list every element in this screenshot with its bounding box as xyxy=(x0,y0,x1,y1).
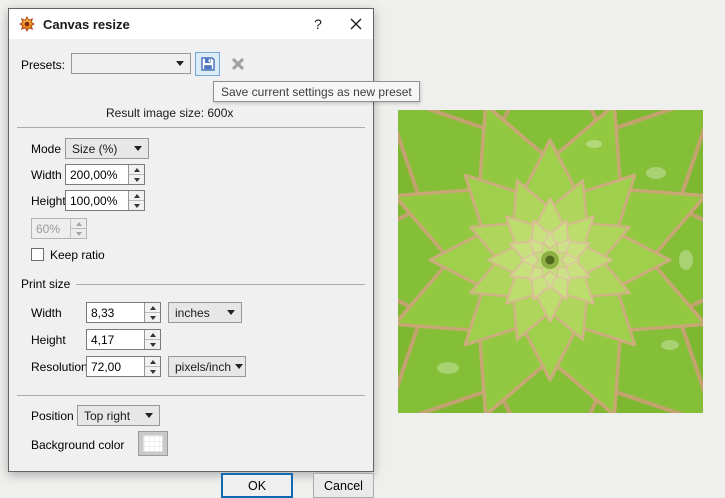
canvas-resize-dialog: Canvas resize ? Presets: Result image si… xyxy=(8,8,374,498)
succulent-rosette-graphic xyxy=(398,110,703,413)
spin-down-button[interactable] xyxy=(145,367,160,376)
desktop-background: { "dialog": { "title": "Canvas resize", … xyxy=(0,0,725,498)
spin-down-button xyxy=(71,229,86,238)
width-percent-spinner xyxy=(128,165,144,184)
position-selected-value: Top right xyxy=(84,408,131,423)
ok-button[interactable]: OK xyxy=(221,473,293,498)
delete-x-icon xyxy=(231,57,245,71)
spin-down-button[interactable] xyxy=(129,201,144,210)
height-percent-input[interactable] xyxy=(66,191,128,210)
position-dropdown[interactable]: Top right xyxy=(77,405,160,426)
dialog-titlebar[interactable]: Canvas resize ? xyxy=(9,9,373,39)
spin-up-button[interactable] xyxy=(145,357,160,367)
print-size-group-label: Print size xyxy=(21,277,71,291)
save-preset-tooltip: Save current settings as new preset xyxy=(213,81,420,102)
presets-label: Presets: xyxy=(21,58,66,72)
print-height-spinbox xyxy=(86,329,161,350)
presets-dropdown[interactable] xyxy=(71,53,191,74)
print-unit-selected-value: inches xyxy=(175,305,210,320)
spin-up-button xyxy=(71,219,86,229)
groupbox-line xyxy=(76,283,365,285)
chevron-down-icon xyxy=(235,364,244,369)
resolution-label: Resolution xyxy=(31,360,88,374)
spin-up-button[interactable] xyxy=(145,303,160,313)
dialog-body: Presets: Result image size: 600x Mode Si… xyxy=(9,39,374,498)
resolution-spinbox xyxy=(86,356,161,377)
dialog-title: Canvas resize xyxy=(43,16,130,32)
spin-up-button[interactable] xyxy=(129,191,144,201)
spin-down-button[interactable] xyxy=(129,175,144,184)
delete-preset-button[interactable] xyxy=(225,52,250,76)
width-percent-label: Width xyxy=(31,167,62,182)
percent-preset-spinbox xyxy=(31,218,87,239)
result-image-size-text: Result image size: 600x xyxy=(106,106,234,120)
height-percent-spinbox xyxy=(65,190,145,211)
background-color-swatch xyxy=(143,435,163,452)
background-color-swatch-button[interactable] xyxy=(138,431,168,456)
keep-ratio-label: Keep ratio xyxy=(50,247,105,262)
width-percent-spinbox xyxy=(65,164,145,185)
chevron-down-icon xyxy=(145,413,153,418)
print-height-spinner xyxy=(144,330,160,349)
floppy-disk-icon xyxy=(200,56,216,72)
print-width-spinner xyxy=(144,303,160,322)
separator xyxy=(17,127,365,128)
mode-selected-value: Size (%) xyxy=(72,141,118,156)
help-button[interactable]: ? xyxy=(301,9,335,39)
height-percent-spinner xyxy=(128,191,144,210)
background-color-label: Background color xyxy=(31,437,125,452)
succulent-photo xyxy=(398,110,703,413)
height-percent-label: Height xyxy=(31,193,66,208)
save-preset-button[interactable] xyxy=(195,52,220,76)
app-icon xyxy=(19,16,35,32)
print-unit-dropdown[interactable]: inches xyxy=(168,302,242,323)
separator xyxy=(17,395,365,396)
percent-preset-spinner xyxy=(70,219,86,238)
print-height-input[interactable] xyxy=(87,330,144,349)
spin-up-button[interactable] xyxy=(129,165,144,175)
resolution-unit-dropdown[interactable]: pixels/inch xyxy=(168,356,246,377)
spin-down-button[interactable] xyxy=(145,313,160,322)
spin-down-button[interactable] xyxy=(145,340,160,349)
resolution-spinner xyxy=(144,357,160,376)
spin-up-button[interactable] xyxy=(145,330,160,340)
keep-ratio-checkbox[interactable] xyxy=(31,248,44,261)
cancel-button[interactable]: Cancel xyxy=(313,473,374,498)
print-height-label: Height xyxy=(31,333,66,347)
print-width-label: Width xyxy=(31,306,62,320)
resolution-input[interactable] xyxy=(87,357,144,376)
resolution-unit-selected-value: pixels/inch xyxy=(175,359,232,374)
percent-preset-input xyxy=(32,219,70,238)
mode-dropdown[interactable]: Size (%) xyxy=(65,138,149,159)
print-width-input[interactable] xyxy=(87,303,144,322)
position-label: Position xyxy=(31,408,74,423)
close-icon[interactable] xyxy=(339,9,373,39)
print-width-spinbox xyxy=(86,302,161,323)
width-percent-input[interactable] xyxy=(66,165,128,184)
mode-label: Mode xyxy=(31,141,62,156)
chevron-down-icon xyxy=(176,61,184,66)
chevron-down-icon xyxy=(227,310,235,315)
chevron-down-icon xyxy=(134,146,142,151)
